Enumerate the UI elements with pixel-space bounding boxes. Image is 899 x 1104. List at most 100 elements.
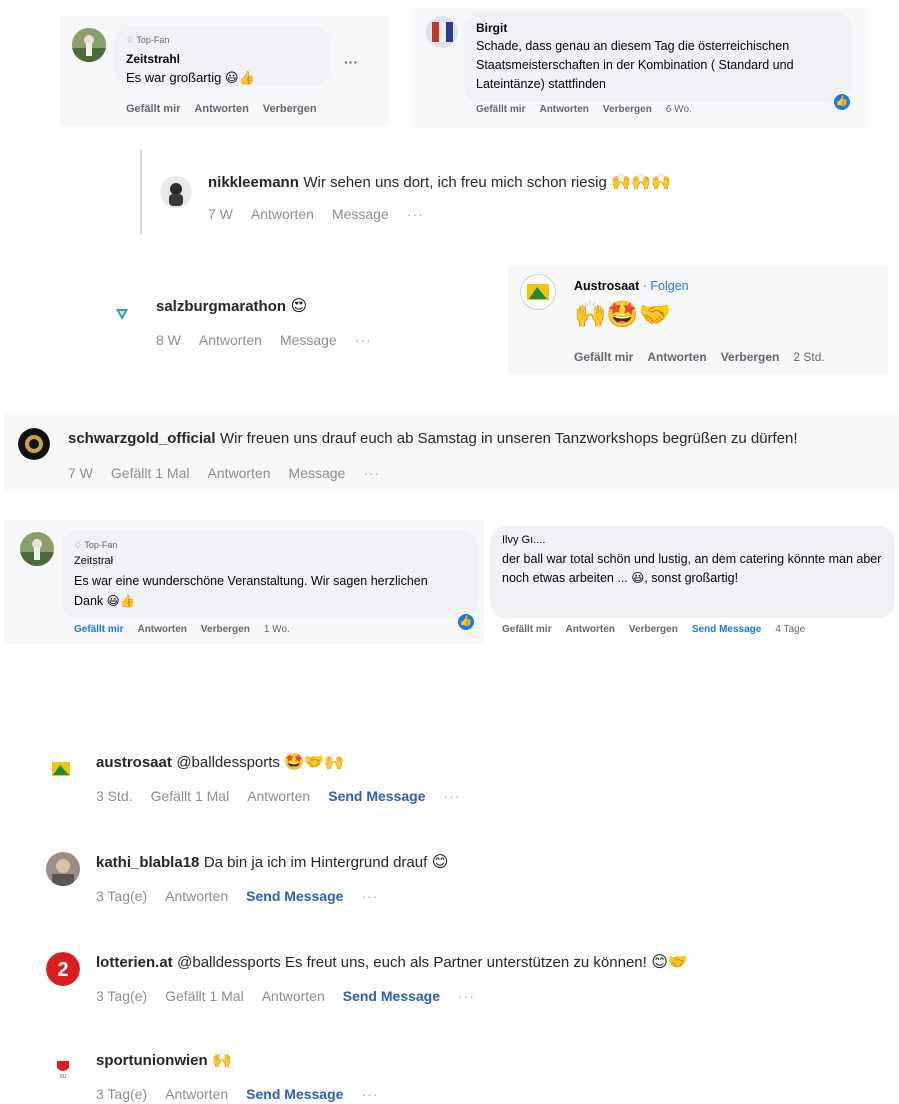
more-options-button[interactable]: ··· — [344, 54, 358, 70]
svg-text:SU: SU — [60, 1074, 67, 1080]
message-link[interactable]: Message — [332, 206, 389, 222]
more-options-button[interactable]: ··· — [407, 206, 424, 222]
comment-meta: 3 Tag(e) Antworten Send Message ··· — [96, 1086, 396, 1102]
avatar[interactable] — [48, 756, 74, 782]
more-options-button[interactable]: ··· — [444, 788, 461, 804]
comment-line: nikkleemann Wir sehen uns dort, ich freu… — [208, 172, 671, 192]
comment-text: @balldessports Es freut uns, euch als Pa… — [177, 954, 647, 971]
avatar[interactable] — [426, 16, 458, 48]
svg-text:2: 2 — [57, 959, 68, 981]
mention-link[interactable]: @balldessports — [176, 754, 280, 771]
comment-actions: Gefällt mir Antworten Verbergen Send Messag… — [502, 624, 819, 635]
like-link[interactable]: Gefällt mir — [502, 624, 551, 635]
avatar[interactable] — [72, 28, 106, 62]
username[interactable]: austrosaat — [96, 754, 172, 771]
comment-meta: 3 Tag(e) Gefällt 1 Mal Antworten Send Messa… — [96, 988, 493, 1004]
avatar[interactable]: SU — [50, 1054, 76, 1080]
username[interactable]: nikkleemann — [208, 174, 299, 191]
comment-line: austrosaat @balldessports 🤩🤝🙌 — [96, 752, 344, 772]
comment-actions: Gefällt mir Antworten Verbergen 6 Wo. — [476, 104, 706, 115]
like-link[interactable]: Gefällt mir — [126, 103, 180, 115]
reply-link[interactable]: Antworten — [137, 624, 186, 635]
like-link[interactable]: Gefällt mir — [476, 104, 525, 115]
raised-hands-emoji: 🙌🙌🙌 — [611, 172, 672, 191]
send-message-link[interactable]: Send Message — [343, 988, 440, 1004]
reply-link[interactable]: Antworten — [565, 624, 614, 635]
username[interactable]: kathi_blabla18 — [96, 854, 199, 871]
diamond-icon: ♢ — [126, 35, 135, 45]
username[interactable]: lotterien.at — [96, 954, 173, 971]
comment-text: Es war eine wunderschöne Veranstaltung. … — [74, 574, 428, 608]
reply-link[interactable]: Antworten — [647, 350, 706, 364]
reply-link[interactable]: Antworten — [165, 888, 228, 904]
likes-count[interactable]: Gefällt 1 Mal — [111, 465, 190, 481]
timestamp: 3 Std. — [96, 788, 133, 804]
message-link[interactable]: Message — [280, 332, 337, 348]
more-options-button[interactable]: ··· — [361, 888, 378, 904]
author-name[interactable]: Zeitstrahl — [126, 52, 180, 66]
more-options-button[interactable]: ··· — [363, 465, 380, 481]
more-options-button[interactable]: ··· — [361, 1086, 378, 1102]
heart-eyes-emoji: 😍 — [290, 296, 308, 315]
author-name: Austrosaat · Folgen — [574, 279, 689, 293]
author-name[interactable]: Birgit — [476, 21, 507, 35]
comment-line: schwarzgold_official Wir freuen uns drau… — [68, 430, 798, 448]
username[interactable]: salzburgmarathon — [156, 298, 286, 315]
reaction-emojis: 🤩🤝🙌 — [284, 752, 345, 771]
reply-link[interactable]: Antworten — [247, 788, 310, 804]
hide-link[interactable]: Verbergen — [721, 350, 780, 364]
like-reaction-icon: 👍 — [456, 612, 476, 632]
more-options-button[interactable]: ··· — [355, 332, 372, 348]
timestamp: 7 W — [68, 465, 93, 481]
comment-zeitstrahl-1: ♢ Top-Fan Zeitstrahl Es war großartig 😃👍… — [60, 16, 390, 126]
reply-link[interactable]: Antworten — [262, 988, 325, 1004]
username[interactable]: schwarzgold_official — [68, 430, 216, 447]
reply-link[interactable]: Antworten — [207, 465, 270, 481]
author-name[interactable]: Zeitstrał — [74, 555, 113, 567]
avatar[interactable] — [520, 274, 556, 310]
send-message-link[interactable]: Send Message — [246, 888, 343, 904]
comment-text: Schade, dass genau an diesem Tag die öst… — [476, 39, 794, 91]
reply-link[interactable]: Antworten — [539, 104, 588, 115]
timestamp: 7 W — [208, 206, 233, 222]
hide-link[interactable]: Verbergen — [629, 624, 678, 635]
like-link[interactable]: Gefällt mir — [74, 624, 123, 635]
author-name[interactable]: Ilvy Gı.... — [502, 534, 545, 546]
timestamp: 1 Wo. — [263, 624, 290, 635]
timestamp: 4 Tage — [775, 624, 806, 635]
avatar[interactable] — [160, 176, 192, 208]
hide-link[interactable]: Verbergen — [263, 103, 317, 115]
likes-count[interactable]: Gefällt 1 Mal — [165, 988, 244, 1004]
timestamp: 3 Tag(e) — [96, 888, 148, 904]
send-message-link[interactable]: Send Message — [692, 624, 761, 635]
hide-link[interactable]: Verbergen — [603, 104, 652, 115]
avatar[interactable] — [110, 302, 134, 326]
likes-count[interactable]: Gefällt 1 Mal — [151, 788, 230, 804]
comment-lotterien: 2 lotterien.at @balldessports Es freut u… — [40, 936, 840, 1016]
hide-link[interactable]: Verbergen — [201, 624, 250, 635]
comment-schwarzgold: schwarzgold_official Wir freuen uns drau… — [4, 414, 899, 490]
follow-link[interactable]: · Folgen — [643, 279, 689, 293]
reaction-emojis: 😊🤝 — [651, 952, 688, 971]
avatar[interactable] — [20, 532, 54, 566]
reply-link[interactable]: Antworten — [199, 332, 262, 348]
reply-link[interactable]: Antworten — [165, 1086, 228, 1102]
more-options-button[interactable]: ··· — [458, 988, 475, 1004]
reply-link[interactable]: Antworten — [251, 206, 314, 222]
comment-text: Da bin ja ich im Hintergrund drauf — [203, 854, 428, 871]
smile-emoji: 😊 — [431, 852, 449, 871]
avatar[interactable] — [18, 428, 50, 460]
send-message-link[interactable]: Send Message — [246, 1086, 343, 1102]
avatar[interactable]: 2 — [46, 952, 80, 986]
avatar[interactable] — [46, 852, 80, 886]
comment-line: lotterien.at @balldessports Es freut uns… — [96, 952, 688, 972]
comment-meta: 7 W Gefällt 1 Mal Antworten Message ··· — [68, 465, 398, 481]
reply-link[interactable]: Antworten — [194, 103, 248, 115]
username[interactable]: sportunionwien — [96, 1052, 208, 1069]
smile-thumbs-emoji: 😃👍 — [225, 71, 255, 86]
comment-text: Wir sehen uns dort, ich freu mich schon … — [303, 174, 607, 191]
author-link[interactable]: Austrosaat — [574, 279, 639, 293]
message-link[interactable]: Message — [289, 465, 346, 481]
like-link[interactable]: Gefällt mir — [574, 350, 633, 364]
send-message-link[interactable]: Send Message — [328, 788, 425, 804]
